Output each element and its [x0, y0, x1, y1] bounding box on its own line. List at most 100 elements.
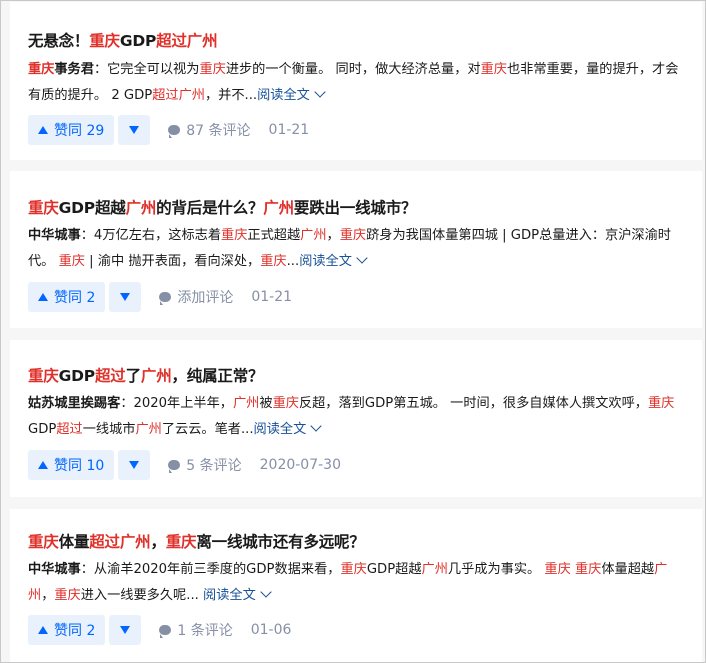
keyword-highlight: 广州 [125, 199, 157, 217]
read-more-link[interactable]: 阅读全文 [203, 586, 272, 603]
downvote-button[interactable] [118, 115, 151, 145]
text-segment: 几乎成为事实。 [447, 562, 545, 577]
comment-button[interactable]: 87 条评论 [168, 120, 251, 140]
text-segment: ，并不... [204, 88, 258, 103]
chevron-down-icon [260, 586, 272, 598]
answer-card: 重庆GDP超越广州的背后是什么？广州要跌出一线城市？ 中华城事：4万亿左右，这标… [10, 171, 702, 328]
text-segment: 了 [125, 367, 142, 385]
keyword-highlight: 重庆 [89, 32, 120, 50]
keyword-highlight: 广州 [135, 422, 162, 437]
text-segment: 体量 [58, 533, 90, 551]
text-segment: ：4万亿左右，这标志着 [80, 228, 222, 243]
text-segment: ， [150, 533, 166, 551]
chevron-down-icon [356, 252, 368, 264]
keyword-highlight: 超过 [94, 367, 126, 385]
text-segment: 离一线城市还有多远呢？ [196, 533, 365, 551]
answer-excerpt[interactable]: 中华城事：从渝羊2020年前三季度的GDP数据来看，重庆GDP超越广州几乎成为事… [28, 557, 684, 609]
answer-excerpt[interactable]: 重庆事务君：它完全可以视为重庆进步的一个衡量。 同时，做大经济总量，对重庆也非常… [28, 57, 684, 109]
keyword-highlight: 超过 [56, 422, 83, 437]
answer-excerpt[interactable]: 中华城事：4万亿左右，这标志着重庆正式超越广州，重庆跻身为我国体量第四城 | G… [28, 223, 684, 275]
answer-title[interactable]: 重庆GDP超越广州的背后是什么？广州要跌出一线城市？ [28, 197, 416, 219]
keyword-highlight: 广州 [186, 32, 218, 50]
comment-button[interactable]: 添加评论 [159, 287, 233, 307]
answer-date: 01-06 [250, 622, 292, 638]
answer-excerpt[interactable]: 姑苏城里挨踢客：2020年上半年，广州被重庆反超，落到GDP第五城。 一时间，很… [28, 391, 684, 443]
answer-title[interactable]: 重庆体量超过广州，重庆离一线城市还有多远呢？ [28, 531, 365, 553]
keyword-highlight: 超过 [152, 88, 179, 103]
upvote-button[interactable]: 赞同 2 [28, 615, 106, 645]
comment-icon [159, 292, 172, 305]
answer-title[interactable]: 无悬念！重庆GDP超过广州 [28, 30, 218, 52]
text-segment: 中华城事 [28, 562, 81, 577]
comment-button[interactable]: 1 条评论 [159, 620, 233, 640]
keyword-highlight: 广州 [178, 88, 205, 103]
keyword-highlight: 重庆 [647, 396, 675, 411]
text-segment: ... [286, 254, 300, 269]
comment-icon [159, 625, 172, 638]
keyword-highlight: 重庆 [28, 367, 59, 385]
keyword-highlight: 超过 [89, 533, 120, 551]
keyword-highlight: 重庆 [340, 562, 367, 577]
text-segment: 体量超越 [601, 562, 655, 577]
triangle-down-icon [120, 293, 131, 301]
text-segment: 的背后是什么？ [156, 199, 264, 217]
text-segment: 了云云。笔者... [161, 422, 254, 437]
text-segment: ：从渝羊2020年前三季度的GDP数据来看， [80, 562, 341, 577]
text-segment: ，纯属正常？ [171, 367, 264, 385]
triangle-up-icon [38, 461, 48, 469]
upvote-button[interactable]: 赞同 10 [28, 450, 115, 480]
downvote-button[interactable] [118, 450, 151, 480]
read-more-link[interactable]: 阅读全文 [257, 86, 326, 103]
action-bar: 赞同 10 5 条评论 2020-07-30 [28, 450, 341, 480]
excerpt-text: 中华城事：从渝羊2020年前三季度的GDP数据来看，重庆GDP超越广州几乎成为事… [28, 562, 667, 603]
text-segment: 事务君 [54, 62, 94, 77]
answer-title[interactable]: 重庆GDP超过了广州，纯属正常？ [28, 365, 264, 387]
comment-button[interactable]: 5 条评论 [168, 455, 242, 475]
keyword-highlight: 重庆 [272, 396, 299, 411]
keyword-highlight: 超过 [156, 32, 187, 50]
comment-icon [168, 460, 181, 473]
keyword-highlight: 广州 [263, 199, 294, 217]
triangle-up-icon [38, 293, 48, 301]
keyword-highlight: 重庆 [575, 562, 602, 577]
triangle-down-icon [120, 626, 131, 634]
text-segment: | 渝中 抛开表面，看向深处， [84, 254, 261, 269]
keyword-highlight: 重庆 [28, 62, 55, 77]
downvote-button[interactable] [109, 615, 142, 645]
read-more-link[interactable]: 阅读全文 [299, 252, 368, 269]
triangle-up-icon [38, 626, 48, 634]
search-results: 无悬念！重庆GDP超过广州 重庆事务君：它完全可以视为重庆进步的一个衡量。 同时… [0, 0, 706, 663]
keyword-highlight: 广州 [421, 562, 448, 577]
keyword-highlight: 广州 [140, 367, 172, 385]
keyword-highlight: 重庆 [58, 254, 85, 269]
text-segment: GDP [28, 422, 57, 437]
text-segment: ， [41, 588, 55, 603]
downvote-button[interactable] [109, 282, 142, 312]
upvote-button[interactable]: 赞同 2 [28, 282, 106, 312]
chevron-down-icon [314, 86, 326, 98]
keyword-highlight: 重庆 [28, 199, 59, 217]
action-bar: 赞同 2 添加评论 01-21 [28, 282, 292, 312]
action-bar: 赞同 29 87 条评论 01-21 [28, 115, 309, 145]
keyword-highlight: 重庆 [480, 62, 507, 77]
keyword-highlight: 广州 [300, 228, 327, 243]
keyword-highlight: 重庆 [221, 228, 248, 243]
text-segment: 反超，落到GDP第五城。 一时间，很多自媒体人撰文欢呼， [298, 396, 648, 411]
action-bar: 赞同 2 1 条评论 01-06 [28, 615, 291, 645]
upvote-button[interactable]: 赞同 29 [28, 115, 115, 145]
read-more-link[interactable]: 阅读全文 [254, 420, 322, 437]
keyword-highlight: 重庆 [544, 562, 571, 577]
triangle-up-icon [38, 126, 48, 134]
text-segment: 被 [259, 396, 273, 411]
keyword-highlight: 重庆 [199, 62, 226, 77]
answer-date: 2020-07-30 [259, 457, 341, 473]
text-segment: 无悬念！ [28, 32, 90, 50]
answer-card: 重庆体量超过广州，重庆离一线城市还有多远呢？ 中华城事：从渝羊2020年前三季度… [10, 509, 702, 662]
keyword-highlight: 重庆 [28, 533, 59, 551]
text-segment: GDP超越 [58, 199, 126, 217]
text-segment: 中华城事 [28, 228, 81, 243]
keyword-highlight: 重庆 [260, 254, 287, 269]
keyword-highlight: 广州 [119, 533, 151, 551]
text-segment: 进步的一个衡量。 同时，做大经济总量，对 [225, 62, 481, 77]
answer-date: 01-21 [251, 289, 293, 305]
